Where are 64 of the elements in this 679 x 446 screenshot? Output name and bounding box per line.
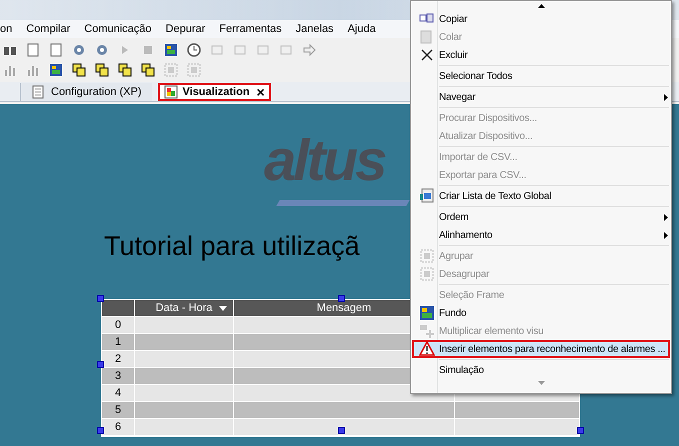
menu-item[interactable]: Selecionar Todos (414, 67, 668, 85)
menu-item[interactable]: Depurar (166, 20, 206, 38)
row-index: 0 (102, 317, 134, 333)
clock-icon[interactable] (186, 42, 202, 58)
tab[interactable]: Configuration (XP) (20, 83, 152, 101)
gear-icon[interactable] (94, 42, 110, 58)
layers-icon[interactable] (71, 62, 87, 78)
header-cell[interactable] (102, 300, 134, 316)
selection-handle[interactable] (338, 295, 345, 302)
picture-frame-icon[interactable] (48, 62, 64, 78)
submenu-arrow-icon (664, 232, 668, 238)
menu-item[interactable]: Ordem (414, 208, 668, 226)
scroll-up-icon[interactable] (538, 4, 544, 8)
close-icon (418, 47, 434, 63)
warning-icon (418, 341, 434, 357)
row-index: 6 (102, 419, 134, 435)
document-icon[interactable] (25, 42, 41, 58)
logo: altus (264, 132, 384, 190)
row-index: 3 (102, 368, 134, 384)
logo-swoosh-icon (276, 200, 410, 206)
clipboard-icon (418, 29, 434, 45)
row-index: 5 (102, 402, 134, 418)
row-index: 4 (102, 385, 134, 401)
picture-frame-icon (418, 305, 434, 321)
ungroup-icon (418, 266, 434, 282)
menu-item[interactable]: on (0, 20, 12, 38)
plus-icon (418, 323, 434, 339)
header-cell[interactable]: Data - Hora (135, 300, 233, 316)
menu-item[interactable]: Navegar (414, 88, 668, 106)
arrow-icon[interactable] (301, 42, 317, 58)
menu-item[interactable]: Ajuda (348, 20, 376, 38)
selection-handle[interactable] (577, 427, 584, 434)
selection-handle[interactable] (97, 295, 104, 302)
document-icon[interactable] (48, 42, 64, 58)
menu-item[interactable]: Ferramentas (219, 20, 282, 38)
menu-item[interactable]: Janelas (296, 20, 334, 38)
layers-icon[interactable] (94, 62, 110, 78)
sort-caret-icon[interactable] (219, 306, 227, 311)
visualization-icon (164, 85, 178, 99)
submenu-arrow-icon (664, 94, 668, 100)
heading: Tutorial para utilizaçã (104, 230, 360, 263)
menu-item[interactable]: Compilar (26, 20, 70, 38)
row-index: 1 (102, 334, 134, 350)
layers-icon[interactable] (117, 62, 133, 78)
layers-icon[interactable] (140, 62, 156, 78)
submenu-arrow-icon (664, 214, 668, 220)
menu-item[interactable]: Inserir elementos para reconhecimento de alarmes ... (412, 340, 670, 358)
close-button[interactable]: × (256, 85, 265, 99)
selection-handle[interactable] (97, 361, 104, 368)
selection-handle[interactable] (338, 427, 345, 434)
menu-item[interactable]: Copiar (414, 10, 668, 28)
selection-handle[interactable] (97, 427, 104, 434)
picture-frame-icon[interactable] (163, 42, 179, 58)
gear-icon[interactable] (71, 42, 87, 58)
tab[interactable]: Visualization × (158, 83, 271, 101)
list-icon (418, 188, 434, 204)
group-icon (418, 248, 434, 264)
row-index: 2 (102, 351, 134, 367)
menu-item[interactable]: Simulação (414, 361, 668, 379)
menu-item[interactable]: Criar Lista de Texto Global (414, 187, 668, 205)
menu-item[interactable]: Alinhamento (414, 226, 668, 244)
menu-item[interactable]: Excluir (414, 46, 668, 64)
menu-item[interactable]: Comunicação (84, 20, 152, 38)
sheet-icon (31, 85, 45, 99)
